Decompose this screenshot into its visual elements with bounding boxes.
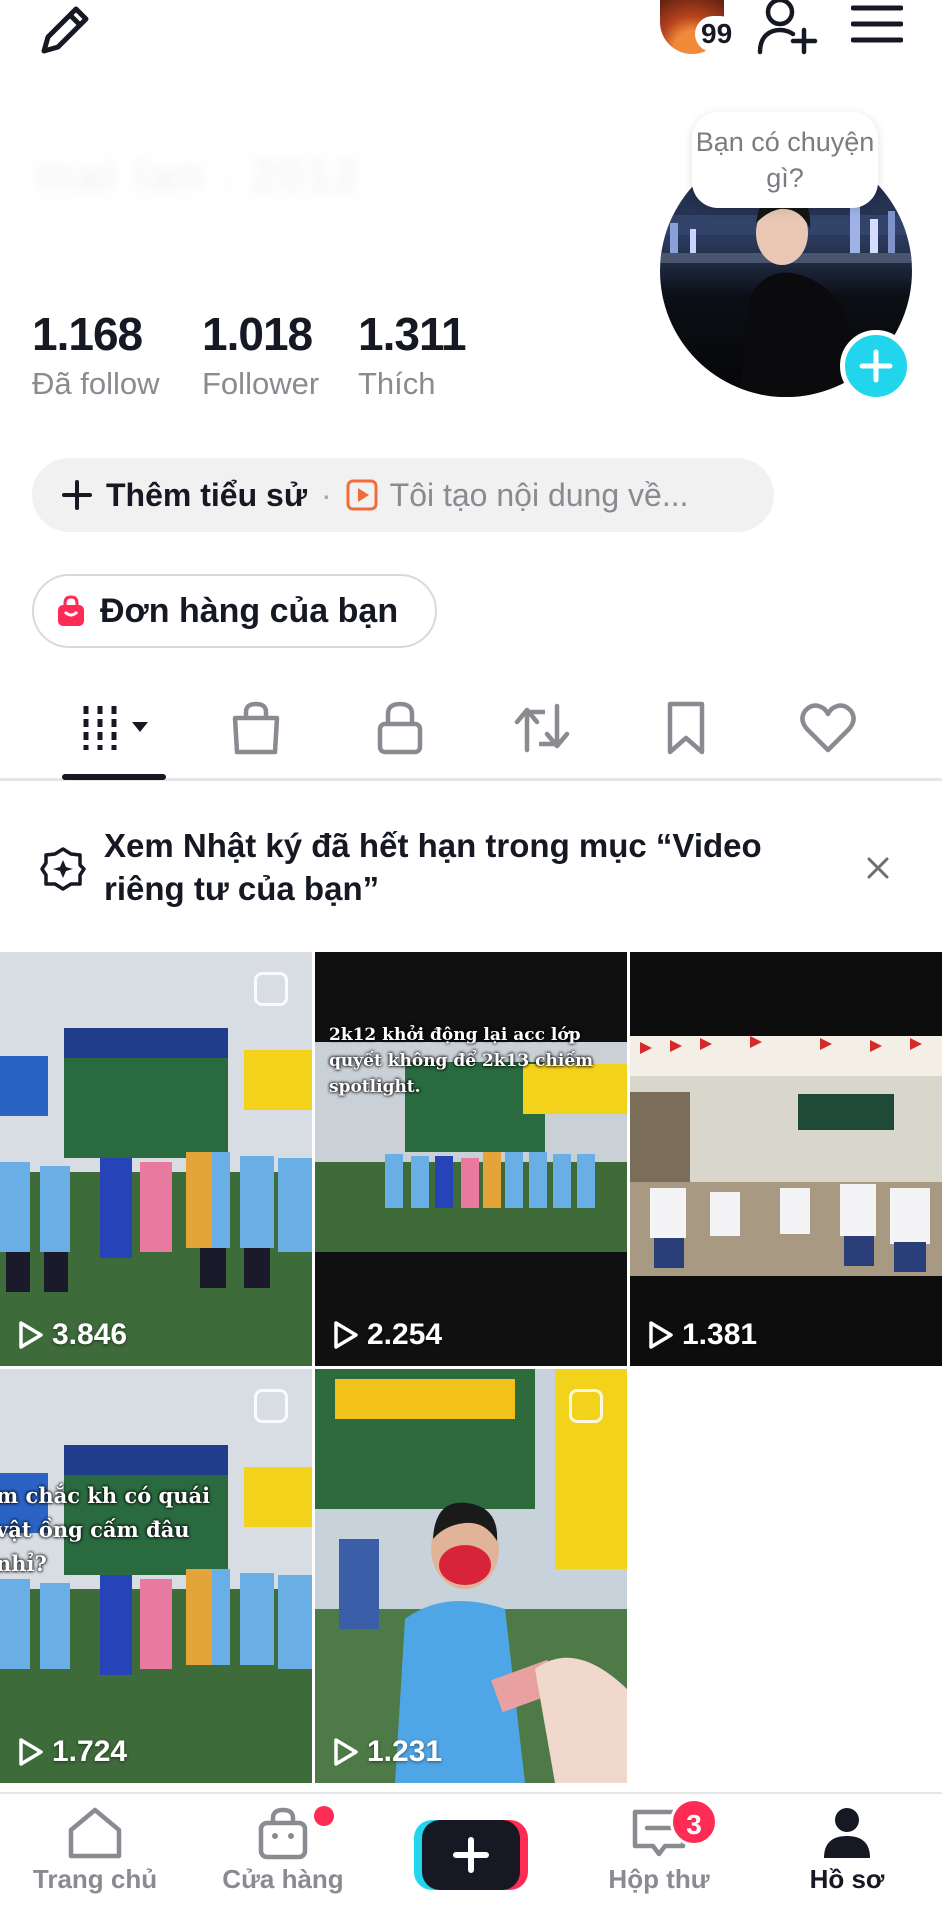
- plus-icon: [859, 349, 893, 383]
- your-orders-button[interactable]: Đơn hàng của bạn: [32, 574, 437, 648]
- tab-shop[interactable]: [186, 690, 326, 766]
- play-icon: [649, 1321, 673, 1349]
- nav-inbox-label: Hộp thư: [608, 1864, 710, 1894]
- video-caption: 2k12 khởi động lại acc lớp quyết không đ…: [329, 1025, 594, 1097]
- thumbnail-image: [630, 952, 942, 1366]
- likes-stat[interactable]: 1.311 Thích: [358, 308, 467, 404]
- grid-icon: [83, 706, 148, 750]
- shop-notification-dot: [314, 1806, 334, 1826]
- thumbnail-image: [315, 952, 627, 1366]
- create-plus-icon: [414, 1820, 528, 1890]
- view-count-value: 1.381: [682, 1318, 758, 1351]
- username-blurred: mai lan . 2012: [34, 149, 362, 201]
- followers-count: 1.018: [202, 308, 313, 360]
- view-count-value: 2.254: [367, 1318, 443, 1351]
- nav-home-label: Trang chủ: [32, 1864, 158, 1894]
- nav-home[interactable]: Trang chủ: [10, 1806, 180, 1906]
- lock-icon: [377, 701, 423, 755]
- add-user-icon: [757, 0, 818, 55]
- multi-select-icon: [569, 1389, 603, 1423]
- profile-icon: [824, 1808, 870, 1858]
- inbox-badge: 3: [670, 1798, 718, 1846]
- nav-inbox[interactable]: Hộp thư: [574, 1806, 744, 1906]
- shopping-bag-icon: [258, 1807, 308, 1860]
- menu-button[interactable]: [842, 0, 912, 48]
- tab-saved[interactable]: [616, 690, 756, 766]
- video-thumbnail[interactable]: 1.381: [630, 952, 942, 1366]
- nav-shop-label: Cửa hàng: [222, 1864, 344, 1894]
- bio-separator: ·: [320, 476, 332, 513]
- bio-hint: Tôi tạo nội dung về...: [389, 476, 689, 513]
- tab-private[interactable]: [330, 690, 470, 766]
- video-thumbnail[interactable]: 1.231: [315, 1369, 627, 1783]
- notice-text: Xem Nhật ký đã hết hạn trong mục “Video …: [104, 827, 762, 907]
- view-count-value: 1.724: [52, 1735, 128, 1768]
- following-stat[interactable]: 1.168 Đã follow: [32, 308, 160, 404]
- thumbnail-image: [315, 1369, 627, 1783]
- add-friend-button[interactable]: [752, 0, 822, 56]
- view-count: 1.231: [333, 1735, 442, 1769]
- view-count-value: 3.846: [52, 1318, 128, 1351]
- multi-select-icon: [254, 1389, 288, 1423]
- hamburger-menu-icon: [851, 5, 903, 43]
- home-icon: [68, 1807, 122, 1859]
- following-count: 1.168: [32, 308, 143, 360]
- diary-icon: [40, 847, 86, 891]
- likes-count: 1.311: [358, 308, 467, 360]
- video-play-icon: [346, 479, 378, 511]
- tab-reposts[interactable]: [472, 690, 612, 766]
- create-button[interactable]: [414, 1818, 528, 1892]
- shopping-bag-icon: [58, 595, 84, 626]
- add-bio-button[interactable]: Thêm tiểu sử · Tôi tạo nội dung về...: [32, 458, 774, 532]
- view-count: 2.254: [333, 1318, 442, 1352]
- video-thumbnail[interactable]: 3.846: [0, 952, 312, 1366]
- close-icon: [867, 857, 889, 879]
- video-caption: m chắc kh có quái vật ồng cấm đâu nhỉ?: [0, 1483, 211, 1576]
- video-thumbnail[interactable]: m chắc kh có quái vật ồng cấm đâu nhỉ? 1…: [0, 1369, 312, 1783]
- add-bio-label: Thêm tiểu sử: [106, 476, 307, 513]
- repost-icon: [514, 703, 570, 753]
- play-icon: [334, 1738, 358, 1766]
- heart-icon: [800, 703, 856, 753]
- active-tab-indicator: [62, 774, 166, 780]
- view-count-value: 1.231: [367, 1735, 443, 1768]
- video-thumbnail[interactable]: 2k12 khởi động lại acc lớp quyết không đ…: [315, 952, 627, 1366]
- your-orders-label: Đơn hàng của bạn: [100, 591, 399, 630]
- followers-stat[interactable]: 1.018 Follower: [202, 308, 319, 404]
- play-icon: [19, 1738, 43, 1766]
- bookmark-icon: [667, 701, 705, 755]
- edit-profile-button[interactable]: [30, 0, 100, 60]
- likes-label: Thích: [358, 366, 436, 401]
- followers-label: Follower: [202, 366, 320, 401]
- nav-shop[interactable]: Cửa hàng: [198, 1806, 368, 1906]
- view-count: 3.846: [18, 1318, 127, 1352]
- nav-profile[interactable]: Hồ sơ: [762, 1806, 932, 1906]
- play-icon: [19, 1321, 43, 1349]
- multi-select-icon: [254, 972, 288, 1006]
- play-icon: [334, 1321, 358, 1349]
- nav-profile-label: Hồ sơ: [809, 1864, 885, 1894]
- pencil-icon: [41, 6, 89, 54]
- tab-videos[interactable]: [48, 690, 188, 766]
- following-label: Đã follow: [32, 366, 160, 401]
- plus-icon: [62, 480, 92, 510]
- view-count: 1.381: [648, 1318, 757, 1352]
- add-story-button[interactable]: [840, 330, 912, 402]
- view-count: 1.724: [18, 1735, 127, 1769]
- note-bubble[interactable]: Bạn có chuyện gì?: [692, 112, 878, 208]
- thumbnail-image: [0, 952, 312, 1366]
- tab-liked[interactable]: [758, 690, 898, 766]
- close-notice-button[interactable]: [858, 848, 898, 888]
- story-count-badge: 99: [695, 16, 739, 52]
- shopping-bag-icon: [232, 701, 280, 755]
